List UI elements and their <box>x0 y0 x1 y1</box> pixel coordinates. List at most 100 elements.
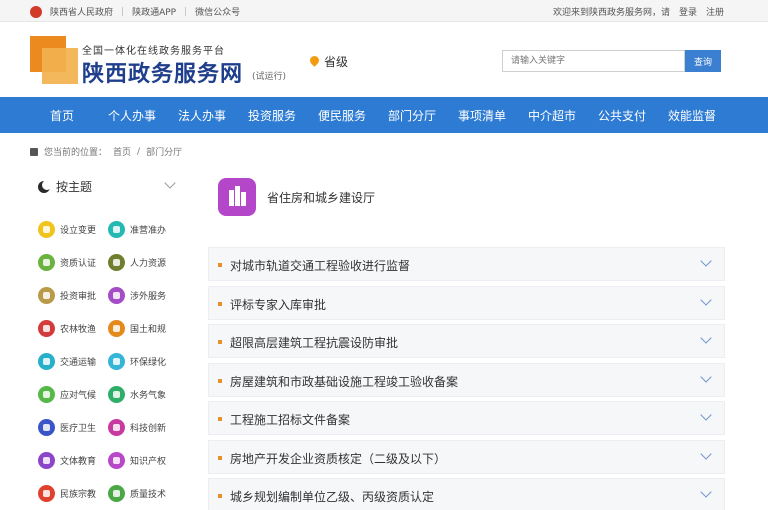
nav-convenience[interactable]: 便民服务 <box>318 107 366 124</box>
chevron-down-icon[interactable] <box>700 447 712 460</box>
category-icon <box>38 287 55 304</box>
link-shaanxi-government[interactable]: 陕西省人民政府 <box>50 5 113 18</box>
category-item[interactable]: 资质认证 <box>38 254 96 271</box>
service-item-row[interactable]: 城乡规划编制单位乙级、丙级资质认定 <box>208 478 725 510</box>
category-icon <box>38 419 55 436</box>
category-label: 环保绿化 <box>130 358 167 368</box>
category-icon <box>38 452 55 469</box>
category-item[interactable]: 民族宗教 <box>38 485 96 502</box>
site-subtitle: 全国一体化在线政务服务平台 <box>82 46 225 57</box>
service-item-row[interactable]: 对城市轨道交通工程验收进行监督 <box>208 247 725 281</box>
category-item[interactable]: 医疗卫生 <box>38 419 96 436</box>
nav-personal[interactable]: 个人办事 <box>108 107 156 124</box>
site-title[interactable]: 陕西政务服务网 <box>82 56 243 88</box>
category-label: 国土和规 <box>130 325 167 335</box>
service-item-row[interactable]: 超限高层建筑工程抗震设防审批 <box>208 324 725 358</box>
chevron-down-icon[interactable] <box>700 486 712 498</box>
register-link[interactable]: 注册 <box>706 5 724 18</box>
category-item[interactable]: 质量技术 <box>108 485 166 502</box>
national-emblem-icon <box>30 5 42 18</box>
category-label: 投资审批 <box>60 292 97 302</box>
top-utility-bar: 陕西省人民政府 | 陕政通APP | 微信公众号 欢迎来到陕西政务服务网，请 登… <box>0 0 768 22</box>
category-icon <box>108 254 125 271</box>
nav-item-list[interactable]: 事项清单 <box>458 107 506 124</box>
category-item[interactable]: 文体教育 <box>38 452 96 469</box>
service-item-row[interactable]: 房地产开发企业资质核定（二级及以下） <box>208 439 725 474</box>
trial-label: (试运行) <box>252 72 287 82</box>
bullet-icon <box>218 417 222 421</box>
moon-icon <box>38 179 52 193</box>
service-item-label: 工程施工招标文件备案 <box>230 413 351 427</box>
category-item[interactable]: 国土和规 <box>108 320 166 337</box>
category-icon <box>38 221 55 238</box>
breadcrumb-separator: / <box>137 146 141 157</box>
link-wechat[interactable]: 微信公众号 <box>195 5 240 18</box>
search-button[interactable]: 查询 <box>685 50 721 72</box>
category-icon <box>38 254 55 271</box>
service-item-row[interactable]: 评标专家入库审批 <box>208 285 725 320</box>
category-label: 交通运输 <box>60 358 97 368</box>
category-label: 设立变更 <box>60 226 97 236</box>
category-item[interactable]: 设立变更 <box>38 221 96 238</box>
category-item[interactable]: 投资审批 <box>38 287 96 304</box>
location-pin-icon <box>310 56 319 68</box>
category-item[interactable]: 交通运输 <box>38 353 96 370</box>
category-icon <box>108 221 125 238</box>
nav-public-payment[interactable]: 公共支付 <box>598 107 646 124</box>
welcome-text: 欢迎来到陕西政务服务网，请 <box>552 8 670 18</box>
service-item-row[interactable]: 工程施工招标文件备案 <box>208 401 725 435</box>
category-label: 医疗卫生 <box>60 424 97 434</box>
nav-corporate[interactable]: 法人办事 <box>178 107 226 124</box>
category-label: 科技创新 <box>130 424 167 434</box>
category-item[interactable]: 农林牧渔 <box>38 320 96 337</box>
category-icon <box>108 485 125 502</box>
chevron-down-icon[interactable] <box>700 332 712 344</box>
link-app[interactable]: 陕政通APP <box>132 5 176 18</box>
location-icon <box>30 147 38 156</box>
category-label: 涉外服务 <box>130 292 167 302</box>
separator: | <box>184 6 188 17</box>
nav-agency-market[interactable]: 中介超市 <box>528 107 576 124</box>
theme-heading[interactable]: 按主题 <box>38 178 92 195</box>
category-icon <box>108 419 125 436</box>
category-item[interactable]: 涉外服务 <box>108 287 166 304</box>
category-item[interactable]: 环保绿化 <box>108 353 166 370</box>
chevron-down-icon[interactable] <box>700 409 712 421</box>
breadcrumb-home[interactable]: 首页 <box>113 145 131 158</box>
category-label: 准营准办 <box>130 226 167 236</box>
service-item-label: 房屋建筑和市政基础设施工程竣工验收备案 <box>230 374 459 389</box>
category-label: 民族宗教 <box>60 490 97 500</box>
bullet-icon <box>218 340 222 344</box>
bullet-icon <box>218 455 222 460</box>
bullet-icon <box>218 378 222 383</box>
category-item[interactable]: 准营准办 <box>108 221 166 238</box>
service-item-row[interactable]: 房屋建筑和市政基础设施工程竣工验收备案 <box>208 362 725 397</box>
nav-supervision[interactable]: 效能监督 <box>668 107 716 124</box>
separator: | <box>121 6 125 17</box>
chevron-down-icon[interactable] <box>164 177 176 189</box>
chevron-down-icon[interactable] <box>700 255 712 267</box>
category-icon <box>38 386 55 403</box>
category-item[interactable]: 科技创新 <box>108 419 166 436</box>
main-nav: 首页 个人办事 法人办事 投资服务 便民服务 部门分厅 事项清单 中介超市 公共… <box>0 97 768 133</box>
category-item[interactable]: 知识产权 <box>108 452 166 469</box>
nav-departments[interactable]: 部门分厅 <box>388 107 436 124</box>
chevron-down-icon[interactable] <box>700 370 712 383</box>
nav-home[interactable]: 首页 <box>50 107 74 124</box>
service-item-label: 超限高层建筑工程抗震设防审批 <box>230 336 399 350</box>
search-input[interactable] <box>502 50 685 72</box>
login-link[interactable]: 登录 <box>679 5 697 18</box>
category-item[interactable]: 应对气候 <box>38 386 96 403</box>
region-selector[interactable]: 省级 <box>310 53 348 70</box>
category-icon <box>108 386 125 403</box>
chevron-down-icon[interactable] <box>700 293 712 306</box>
nav-investment[interactable]: 投资服务 <box>248 107 296 124</box>
category-icon <box>108 287 125 304</box>
category-label: 应对气候 <box>60 391 97 401</box>
category-item[interactable]: 人力资源 <box>108 254 166 271</box>
category-icon <box>108 353 125 370</box>
category-item[interactable]: 水务气象 <box>108 386 166 403</box>
category-label: 农林牧渔 <box>60 325 97 335</box>
site-logo[interactable] <box>30 36 78 84</box>
breadcrumb-current: 部门分厅 <box>146 148 183 158</box>
